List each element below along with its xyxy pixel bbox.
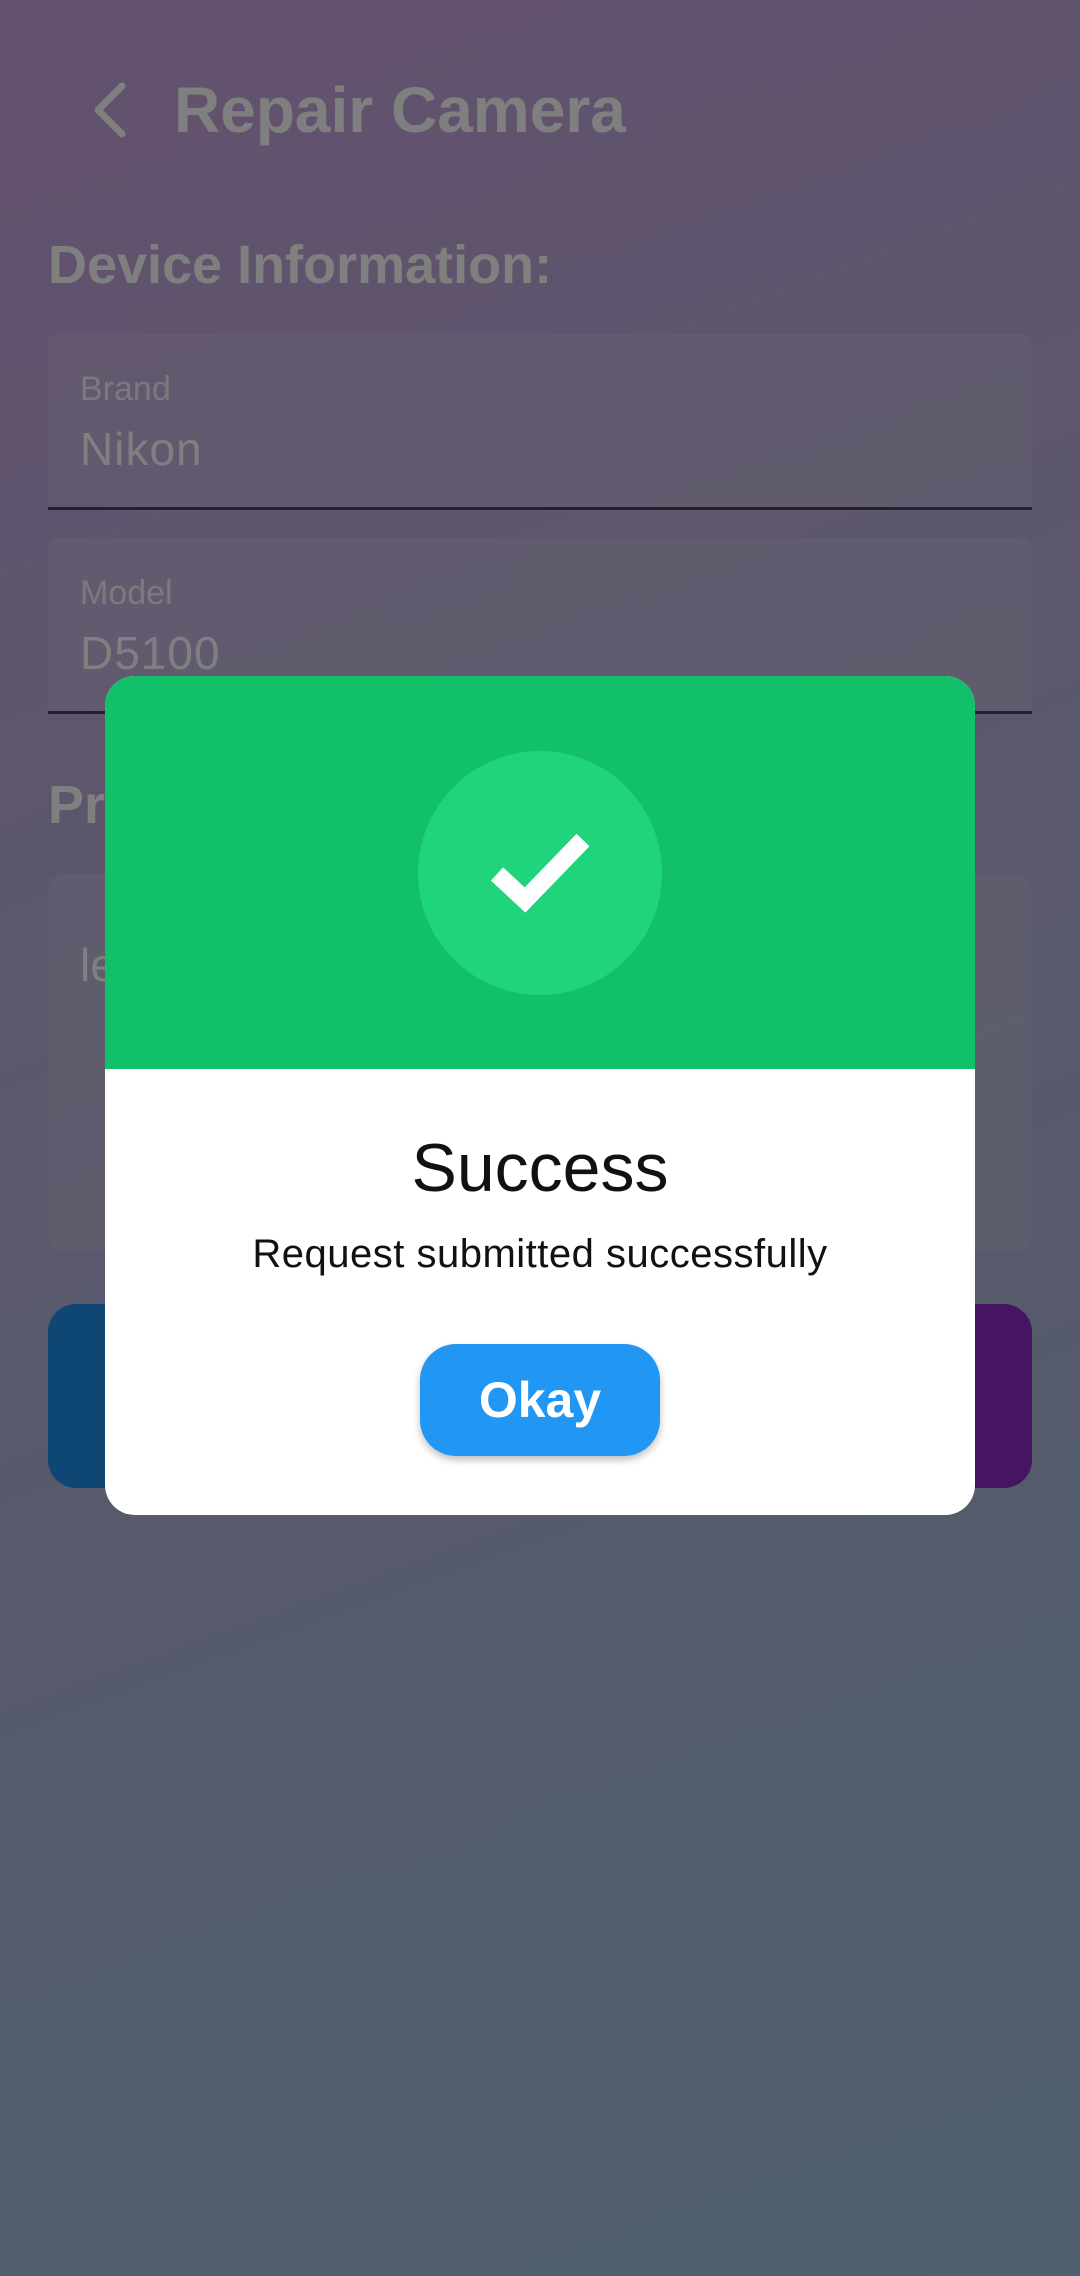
dialog-header [105,676,975,1069]
success-dialog: Success Request submitted successfully O… [105,676,975,1515]
check-icon [485,826,595,921]
dialog-message: Request submitted successfully [252,1232,828,1276]
okay-button[interactable]: Okay [420,1344,660,1456]
dialog-title: Success [411,1130,669,1206]
check-circle [418,751,662,995]
